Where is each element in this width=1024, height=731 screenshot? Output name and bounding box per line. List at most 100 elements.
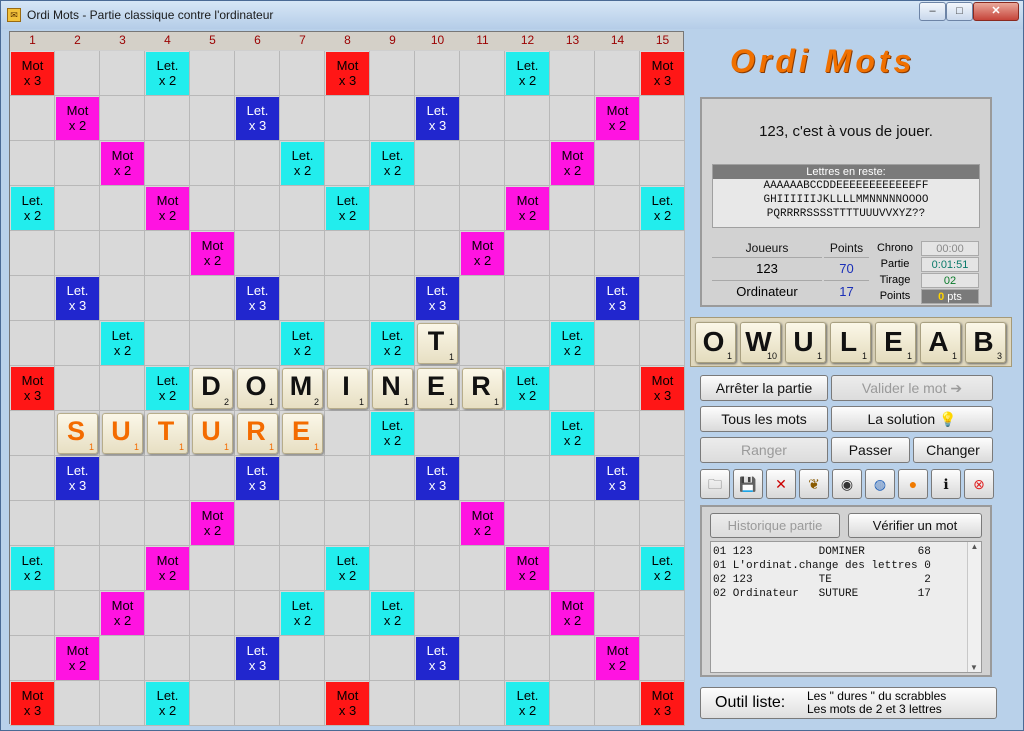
board-cell[interactable]: Let. x 2 <box>550 321 595 366</box>
board-cell[interactable] <box>640 501 685 546</box>
board-cell[interactable] <box>325 501 370 546</box>
board-cell[interactable] <box>550 51 595 96</box>
board-cell[interactable] <box>145 141 190 186</box>
board-cell[interactable] <box>10 276 55 321</box>
board-cell[interactable] <box>100 366 145 411</box>
board-cell[interactable] <box>190 276 235 321</box>
board-cell[interactable] <box>550 636 595 681</box>
board-cell[interactable]: Mot x 2 <box>55 96 100 141</box>
board-cell[interactable] <box>10 591 55 636</box>
board-cell[interactable]: Let. x 2 <box>280 321 325 366</box>
board-cell[interactable] <box>505 321 550 366</box>
board-cell[interactable] <box>325 96 370 141</box>
arrange-button[interactable]: Ranger <box>700 437 828 463</box>
board-cell[interactable] <box>190 681 235 726</box>
rack-tile[interactable]: A1 <box>920 322 961 363</box>
board-cell[interactable]: R1 <box>460 366 505 411</box>
board-cell[interactable] <box>280 456 325 501</box>
board-cell[interactable]: Let. x 3 <box>595 276 640 321</box>
board-cell[interactable]: Let. x 2 <box>550 411 595 456</box>
board-cell[interactable]: Let. x 3 <box>415 636 460 681</box>
board-cell[interactable] <box>370 231 415 276</box>
board-cell[interactable] <box>640 321 685 366</box>
board-cell[interactable] <box>505 636 550 681</box>
board-cell[interactable] <box>640 456 685 501</box>
board-cell[interactable] <box>55 321 100 366</box>
board-cell[interactable] <box>370 186 415 231</box>
board-cell[interactable] <box>460 51 505 96</box>
board-cell[interactable] <box>370 681 415 726</box>
board-cell[interactable] <box>370 546 415 591</box>
all-words-button[interactable]: Tous les mots <box>700 406 828 432</box>
board-cell[interactable] <box>370 96 415 141</box>
board-cell[interactable] <box>370 636 415 681</box>
board-cell[interactable]: Let. x 3 <box>55 276 100 321</box>
blue-sphere-icon[interactable]: ◍ <box>865 469 895 499</box>
board-cell[interactable]: Let. x 2 <box>145 681 190 726</box>
title-bar[interactable]: ✉ Ordi Mots - Partie classique contre l'… <box>1 1 1023 29</box>
board-cell[interactable]: Let. x 2 <box>280 591 325 636</box>
board-cell[interactable]: Let. x 3 <box>235 636 280 681</box>
board-cell[interactable] <box>505 456 550 501</box>
board-cell[interactable]: Let. x 2 <box>505 51 550 96</box>
board-cell[interactable]: Let. x 3 <box>415 456 460 501</box>
board-cell[interactable] <box>370 501 415 546</box>
board-cell[interactable]: Let. x 2 <box>325 546 370 591</box>
board-cell[interactable]: Mot x 3 <box>10 51 55 96</box>
board-cell[interactable] <box>190 51 235 96</box>
board-cell[interactable]: Let. x 2 <box>325 186 370 231</box>
board-cell[interactable]: Mot x 2 <box>190 501 235 546</box>
board-cell[interactable]: Mot x 2 <box>460 501 505 546</box>
board-cell[interactable] <box>550 681 595 726</box>
board-cell[interactable] <box>190 456 235 501</box>
board-cell[interactable] <box>595 186 640 231</box>
board-cell[interactable] <box>505 96 550 141</box>
delete-icon[interactable]: ✕ <box>766 469 796 499</box>
board-cell[interactable] <box>460 636 505 681</box>
board-cell[interactable] <box>595 366 640 411</box>
board-cell[interactable]: Mot x 3 <box>325 51 370 96</box>
board-cell[interactable] <box>505 591 550 636</box>
board-cell[interactable] <box>190 141 235 186</box>
board-cell[interactable] <box>460 681 505 726</box>
board-cell[interactable]: N1 <box>370 366 415 411</box>
board-cell[interactable]: D2 <box>190 366 235 411</box>
board-cell[interactable]: Let. x 2 <box>370 411 415 456</box>
board-cell[interactable] <box>460 546 505 591</box>
board-cell[interactable] <box>370 51 415 96</box>
board-cell[interactable]: Let. x 3 <box>595 456 640 501</box>
board-cell[interactable] <box>460 141 505 186</box>
board-cell[interactable] <box>415 51 460 96</box>
board-cell[interactable] <box>505 501 550 546</box>
board-cell[interactable] <box>415 141 460 186</box>
board-cell[interactable] <box>145 501 190 546</box>
board-cell[interactable] <box>640 411 685 456</box>
board-cell[interactable]: Let. x 3 <box>235 276 280 321</box>
board-cell[interactable] <box>145 636 190 681</box>
board-cell[interactable] <box>415 681 460 726</box>
tool-list-option-2[interactable]: Les mots de 2 et 3 lettres <box>807 703 942 716</box>
board-cell[interactable] <box>190 636 235 681</box>
board-cell[interactable] <box>100 231 145 276</box>
tab-verify-word[interactable]: Vérifier un mot <box>848 513 982 538</box>
board-cell[interactable]: Let. x 2 <box>640 546 685 591</box>
board-cell[interactable] <box>235 141 280 186</box>
board-cell[interactable]: Let. x 2 <box>280 141 325 186</box>
board-cell[interactable] <box>100 51 145 96</box>
board-cell[interactable] <box>460 96 505 141</box>
open-folder-icon[interactable]: 🗀 <box>700 469 730 499</box>
board-cell[interactable]: Mot x 2 <box>595 636 640 681</box>
board-cell[interactable]: Mot x 3 <box>640 681 685 726</box>
board-cell[interactable] <box>10 141 55 186</box>
board-cell[interactable] <box>325 456 370 501</box>
board-cell[interactable] <box>280 681 325 726</box>
board-cell[interactable] <box>415 186 460 231</box>
board-cell[interactable]: Mot x 2 <box>505 186 550 231</box>
board-cell[interactable] <box>505 276 550 321</box>
orange-ball-icon[interactable]: ● <box>898 469 928 499</box>
board-cell[interactable] <box>190 321 235 366</box>
board-cell[interactable] <box>235 231 280 276</box>
board-cell[interactable]: Let. x 2 <box>370 591 415 636</box>
board-cell[interactable] <box>10 231 55 276</box>
board-cell[interactable] <box>325 141 370 186</box>
